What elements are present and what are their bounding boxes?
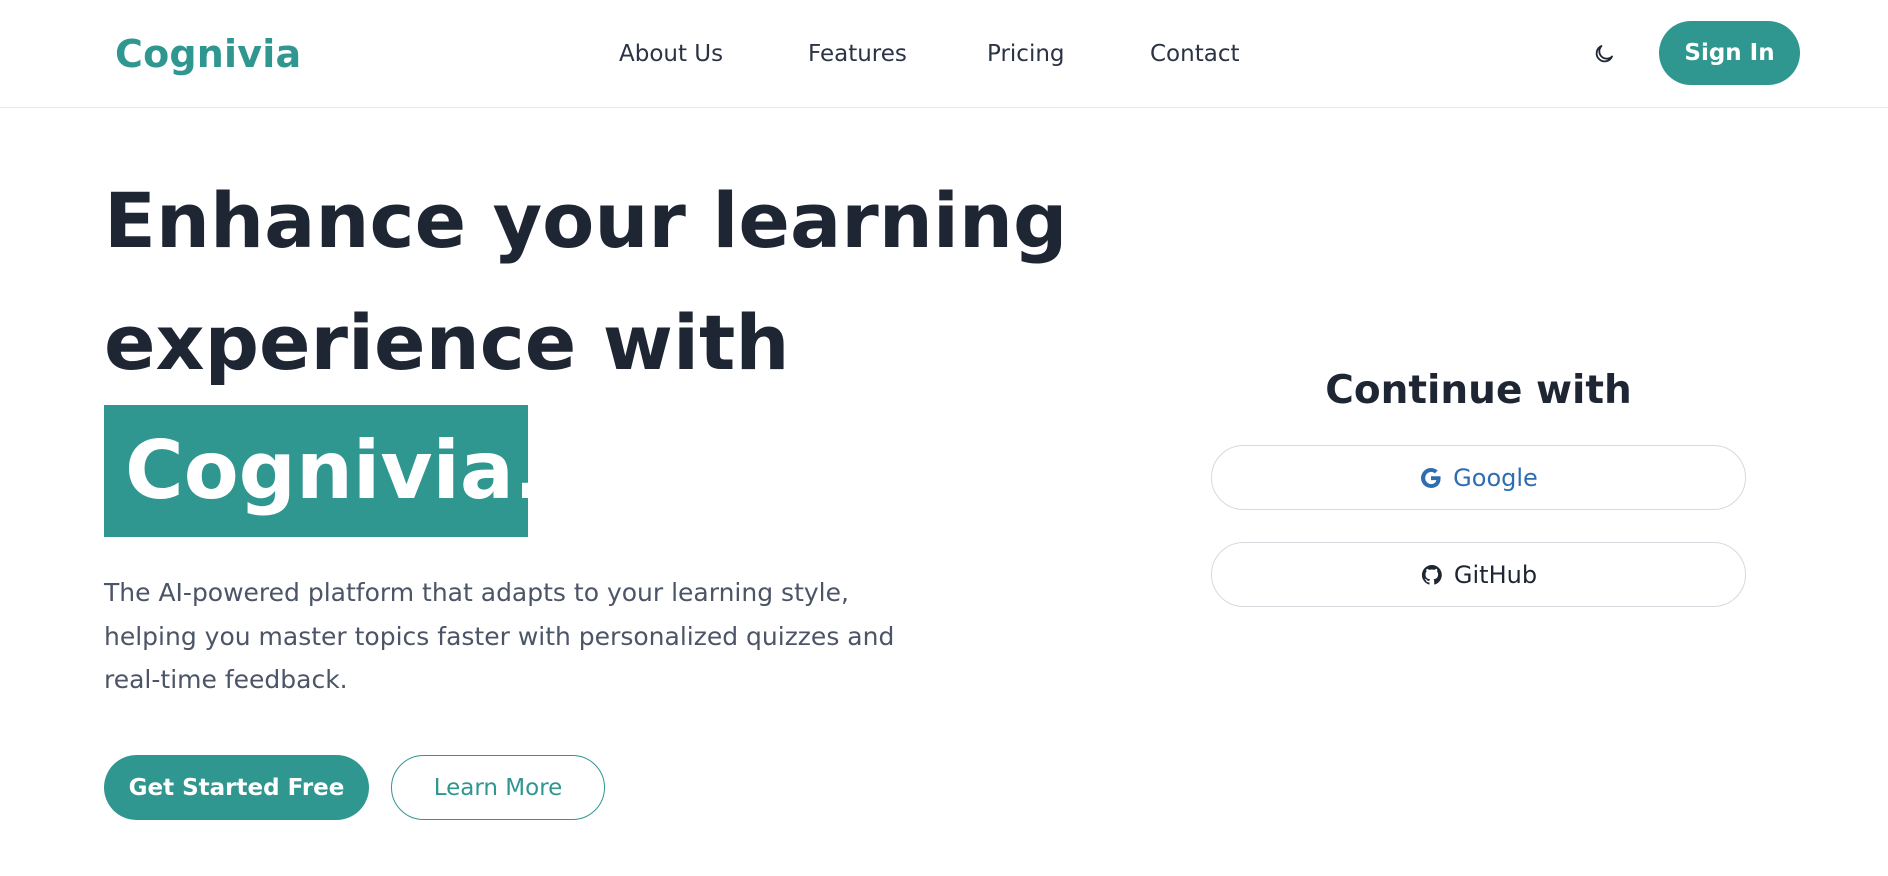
nav-link-about-us[interactable]: About Us xyxy=(619,37,723,71)
sign-in-button[interactable]: Sign In xyxy=(1659,21,1800,85)
theme-toggle-button[interactable] xyxy=(1590,40,1618,68)
auth-panel-title: Continue with xyxy=(1325,368,1632,413)
learn-more-button[interactable]: Learn More xyxy=(391,755,605,820)
brand-highlight-text: Cognivia. xyxy=(125,424,545,517)
google-sign-in-button[interactable]: Google xyxy=(1211,445,1746,510)
hero-title-line-2: experience with xyxy=(104,298,790,387)
github-label: GitHub xyxy=(1453,560,1538,589)
get-started-button[interactable]: Get Started Free xyxy=(104,755,369,820)
google-icon xyxy=(1419,466,1443,490)
nav-link-features[interactable]: Features xyxy=(808,37,907,71)
nav-link-pricing[interactable]: Pricing xyxy=(987,37,1065,71)
site-header: Cognivia About Us Features Pricing Conta… xyxy=(0,0,1888,108)
hero-title-line-1: Enhance your learning xyxy=(104,176,1068,265)
google-label: Google xyxy=(1453,463,1538,492)
github-icon xyxy=(1420,563,1444,587)
moon-icon xyxy=(1595,45,1613,63)
hero-description: The AI-powered platform that adapts to y… xyxy=(104,578,895,694)
nav-link-contact[interactable]: Contact xyxy=(1150,37,1239,71)
hero-title: Enhance your learning experience with xyxy=(104,160,1068,404)
github-sign-in-button[interactable]: GitHub xyxy=(1211,542,1746,607)
